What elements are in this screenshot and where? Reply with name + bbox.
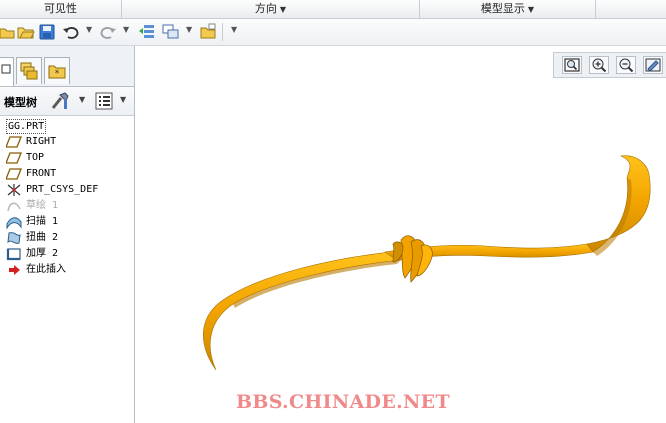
ribbon-group-model-display[interactable]: 模型显示 ▼ [420,0,596,18]
favorites-tab[interactable]: * [44,57,70,84]
caret-down-icon: ▼ [279,5,287,14]
tree-item-label: PRT_CSYS_DEF [26,184,99,195]
insert-here-arrow-icon [9,265,20,275]
windows-icon[interactable] [162,23,180,41]
customize-toolbar-icon[interactable]: ▼ [231,25,237,34]
model-tree-title: 模型树 [4,96,37,109]
regenerate-icon[interactable] [138,23,156,41]
redo-dropdown-icon[interactable]: ▼ [123,25,129,34]
tree-item-label: GG.PRT [6,119,47,134]
tree-settings-icon[interactable] [50,91,72,111]
toolbar-separator [222,23,223,41]
datum-plane-icon [6,152,22,164]
graphics-window[interactable]: BBS.CHINADE.NET [135,46,666,423]
navigator-tabs: * [0,46,134,87]
caret-down-icon: ▼ [527,5,535,14]
tree-item-label: 加厚 2 [26,248,59,259]
undo-dropdown-icon[interactable]: ▼ [86,25,92,34]
favorites-folder-icon: * [48,65,66,79]
tree-columns-icon[interactable] [95,92,113,110]
redo-icon[interactable] [99,23,117,41]
tree-item-label: FRONT [26,168,57,179]
open-file-icon[interactable] [17,23,35,41]
quick-access-toolbar: ▼ ▼ ▼ ▼ [0,19,666,46]
tree-item-label: TOP [26,152,45,163]
model-tree-tab[interactable] [0,57,14,86]
swept-warped-model[interactable] [135,46,666,423]
tree-item-label: 草绘 1 [26,200,59,211]
folder-browser-tab[interactable] [16,57,42,84]
thicken-icon [6,248,21,261]
tree-item-label: 在此插入 [26,264,66,275]
svg-text:*: * [55,69,60,79]
csys-icon [7,184,21,196]
windows-dropdown-icon[interactable]: ▼ [186,25,192,34]
sweep-icon [6,217,22,229]
tree-item-label: RIGHT [26,136,57,147]
ribbon-group-label: 可见性 [44,2,77,15]
model-tree-tab-icon [1,64,11,74]
ribbon-group-more[interactable] [596,0,666,18]
navigator-panel: * 模型树 ▼ ▼ GG.PRT RIGHT TOP FRONT PRT_CSY… [0,46,135,423]
sketch-icon [7,202,21,212]
ribbon-group-label: 方向 [254,2,277,15]
ribbon-group-bar: 可见性 方向 ▼ 模型显示 ▼ [0,0,666,19]
undo-icon[interactable] [62,23,80,41]
ribbon-group-visibility[interactable]: 可见性 [0,0,122,18]
open-icon[interactable] [0,23,16,41]
model-tree-header: 模型树 ▼ ▼ [0,87,134,116]
datum-plane-icon [6,168,22,180]
ribbon-group-orientation[interactable]: 方向 ▼ [122,0,420,18]
tree-settings-dropdown-icon[interactable]: ▼ [79,95,85,104]
tree-item-label: 扭曲 2 [26,232,59,243]
warp-icon [7,232,21,244]
model-right-arm[interactable] [586,155,651,253]
model-twist-knot[interactable] [392,235,433,283]
ribbon-group-label: 模型显示 [480,2,525,15]
datum-plane-icon [6,136,22,148]
tree-item-label: 扫描 1 [26,216,59,227]
save-icon[interactable] [38,23,56,41]
watermark-text: BBS.CHINADE.NET [236,391,450,413]
model-left-arm[interactable] [203,251,402,371]
tree-columns-dropdown-icon[interactable]: ▼ [120,95,126,104]
layers-icon [20,62,38,80]
folder-icon[interactable] [199,23,217,41]
